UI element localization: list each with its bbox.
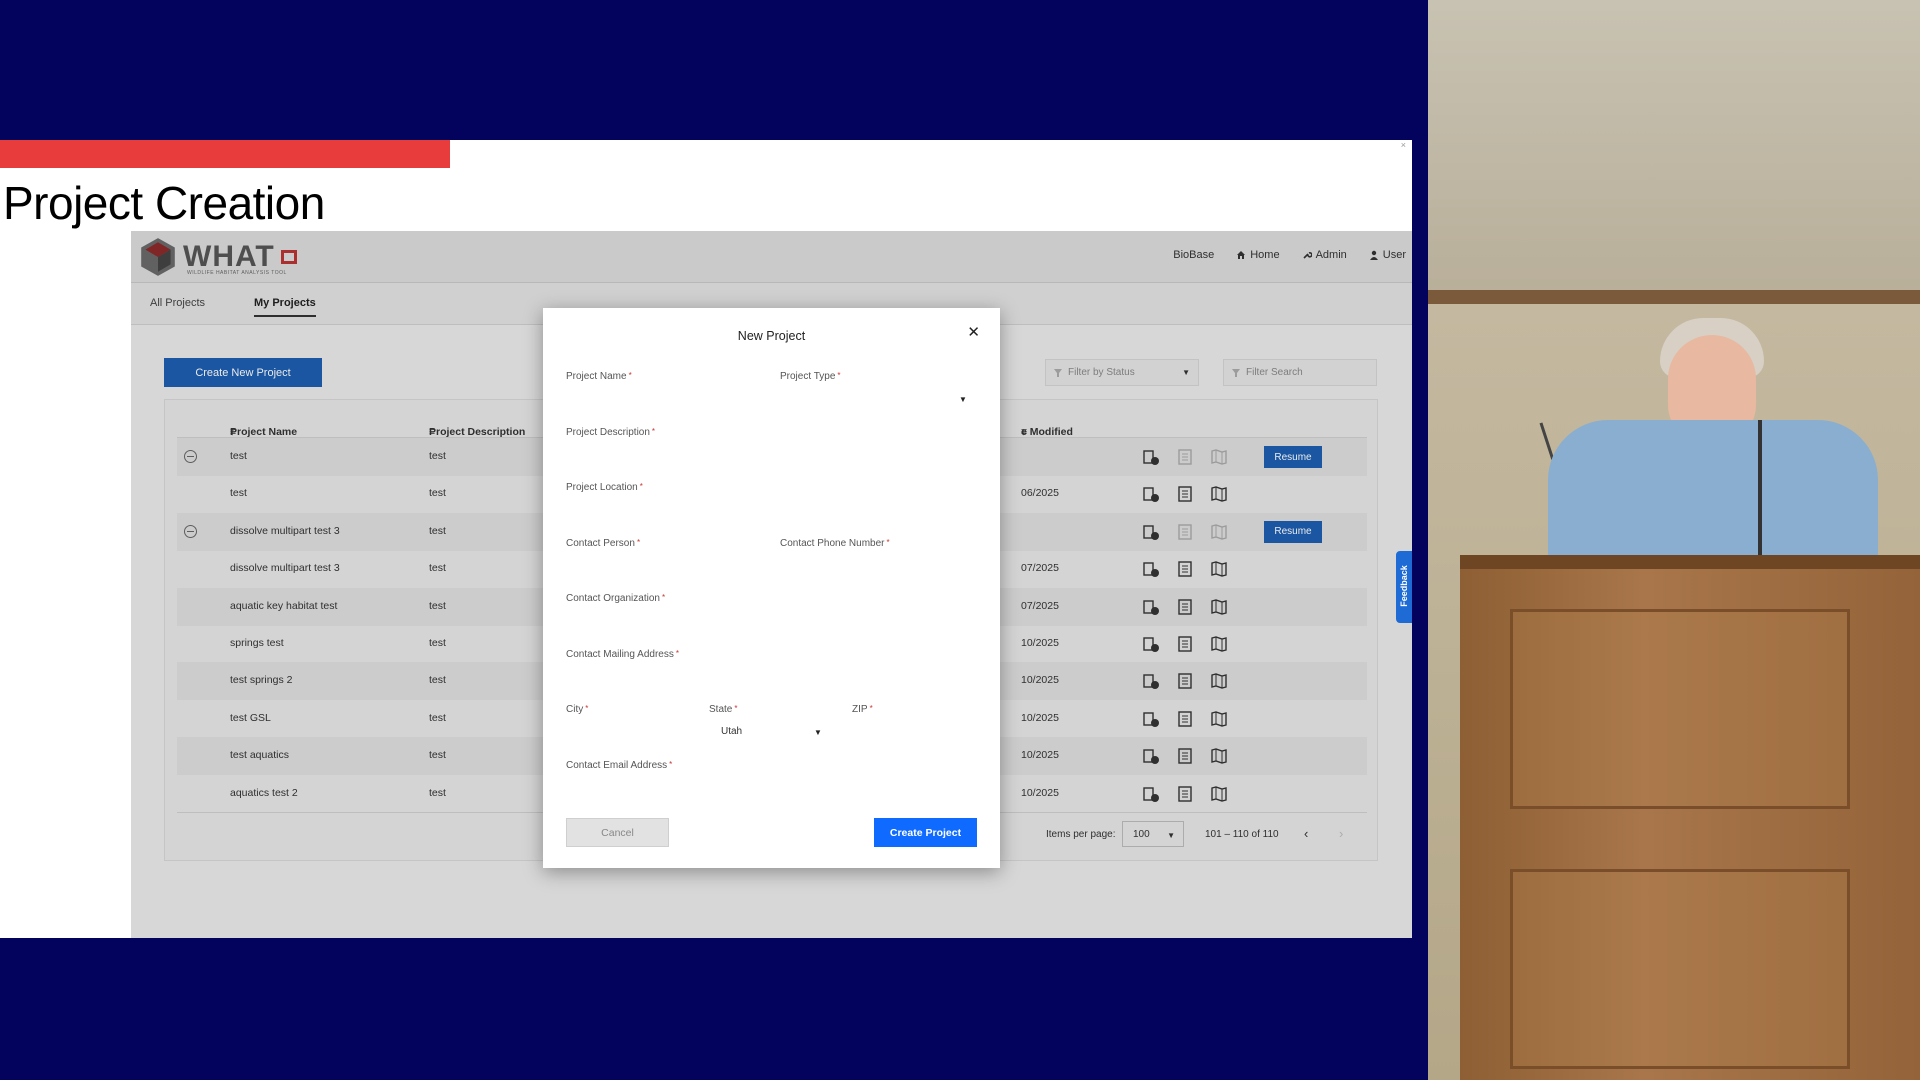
zip-field[interactable]: ZIP *	[852, 704, 873, 715]
contact-email-label: Contact Email Address	[566, 760, 668, 771]
project-name-label: Project Name	[566, 371, 627, 382]
contact-email-field[interactable]: Contact Email Address *	[566, 760, 672, 771]
contact-person-label: Contact Person	[566, 538, 635, 549]
state-value[interactable]: Utah	[721, 726, 742, 737]
required-mark: *	[636, 538, 641, 547]
wall-trim	[1428, 290, 1920, 304]
state-label: State	[709, 704, 733, 715]
project-location-label: Project Location	[566, 482, 638, 493]
city-label: City	[566, 704, 584, 715]
speaker-video	[1428, 0, 1920, 1080]
contact-organization-label: Contact Organization	[566, 593, 660, 604]
contact-mailing-address-field[interactable]: Contact Mailing Address *	[566, 649, 679, 660]
create-project-button[interactable]: Create Project	[874, 818, 977, 847]
required-mark: *	[886, 538, 890, 547]
feedback-tab[interactable]: Feedback	[1396, 551, 1412, 623]
close-icon[interactable]: ✕	[967, 325, 980, 340]
slide-title: Project Creation	[3, 177, 325, 229]
modal-title: New Project	[737, 329, 806, 343]
slide-close-mark: ×	[1400, 140, 1406, 150]
microphone	[1758, 420, 1762, 560]
required-mark: *	[675, 649, 679, 658]
podium-panel	[1510, 869, 1850, 1069]
required-mark: *	[669, 760, 673, 769]
podium	[1460, 555, 1920, 1080]
contact-mailing-address-label: Contact Mailing Address	[566, 649, 674, 660]
required-mark: *	[639, 482, 643, 491]
city-field[interactable]: City *	[566, 704, 588, 715]
project-description-field[interactable]: Project Description *	[566, 427, 655, 438]
required-mark: *	[661, 593, 666, 602]
new-project-modal: New Project ✕ Project Name * Project Type…	[543, 308, 1000, 868]
presentation-slide: × Project Creation WHAT WILDLIFE HABITAT…	[0, 140, 1412, 938]
required-mark: *	[837, 371, 841, 380]
project-type-label: Project Type	[780, 371, 836, 382]
contact-organization-field[interactable]: Contact Organization *	[566, 593, 665, 604]
chevron-down-icon[interactable]: ▼	[814, 728, 822, 737]
zip-label: ZIP	[852, 704, 868, 715]
cancel-button[interactable]: Cancel	[566, 818, 669, 847]
required-mark: *	[651, 427, 656, 436]
required-mark: *	[628, 371, 632, 380]
project-type-select[interactable]: Project Type *	[780, 371, 841, 382]
project-name-field[interactable]: Project Name *	[566, 371, 632, 382]
chevron-down-icon[interactable]: ▼	[959, 395, 967, 404]
podium-panel	[1510, 609, 1850, 809]
required-mark: *	[869, 704, 873, 713]
contact-phone-field[interactable]: Contact Phone Number *	[780, 538, 890, 549]
required-mark: *	[734, 704, 738, 713]
state-select[interactable]: State *	[709, 704, 737, 715]
app-screenshot: WHAT WILDLIFE HABITAT ANALYSIS TOOL BioB…	[131, 231, 1412, 938]
project-location-field[interactable]: Project Location *	[566, 482, 643, 493]
project-description-label: Project Description	[566, 427, 650, 438]
feedback-label: Feedback	[1399, 565, 1409, 607]
required-mark: *	[585, 704, 589, 713]
slide-accent-bar	[0, 140, 450, 168]
contact-person-field[interactable]: Contact Person *	[566, 538, 640, 549]
contact-phone-label: Contact Phone Number	[780, 538, 885, 549]
